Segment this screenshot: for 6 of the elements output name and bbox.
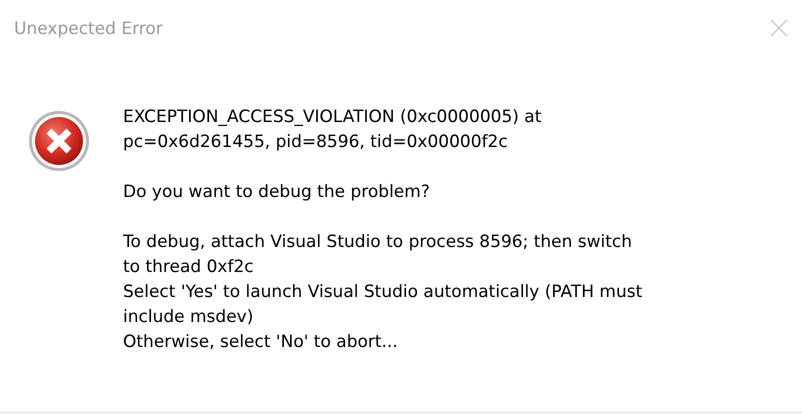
error-icon xyxy=(28,110,90,172)
window-title: Unexpected Error xyxy=(14,18,163,41)
close-icon xyxy=(770,19,788,37)
message-text: To debug, attach Visual Studio to process 8596; then switch to thread 0xf2c Select 'Yes' to launch Visual Studio automatically (PATH must include msdev) Otherwise, select 'No' to abort... xyxy=(123,231,642,354)
message-text: Do you want to debug the problem? xyxy=(123,181,431,204)
message-text: EXCEPTION_ACCESS_VIOLATION (0xc0000005) at pc=0x6d261455, pid=8596, tid=0x00000f2c xyxy=(123,106,542,154)
